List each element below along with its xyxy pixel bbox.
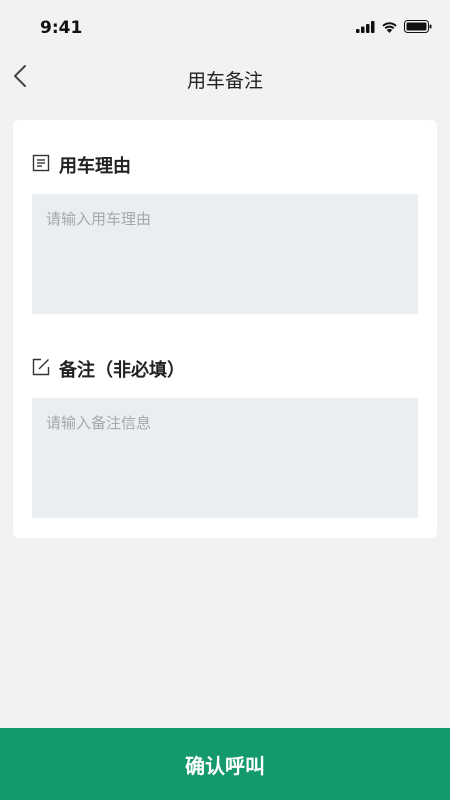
status-icons	[356, 18, 432, 37]
note-input[interactable]	[32, 398, 418, 518]
nav-bar: 用车备注	[0, 56, 450, 100]
note-label: 备注（非必填）	[59, 360, 185, 381]
edit-icon	[32, 358, 50, 380]
battery-icon	[404, 18, 432, 37]
confirm-call-button[interactable]: 确认呼叫	[0, 728, 450, 800]
document-lines-icon	[32, 154, 50, 176]
reason-label: 用车理由	[59, 156, 131, 177]
wifi-icon	[381, 18, 398, 37]
note-section-header: 备注（非必填）	[32, 356, 185, 382]
remarks-card: 用车理由 备注（非必填）	[13, 120, 437, 538]
reason-section-header: 用车理由	[32, 152, 131, 178]
reason-input[interactable]	[32, 194, 418, 314]
status-bar: 9:41	[0, 0, 450, 56]
page-title: 用车备注	[186, 70, 263, 92]
status-time: 9:41	[40, 18, 83, 38]
cellular-signal-icon	[356, 18, 375, 37]
